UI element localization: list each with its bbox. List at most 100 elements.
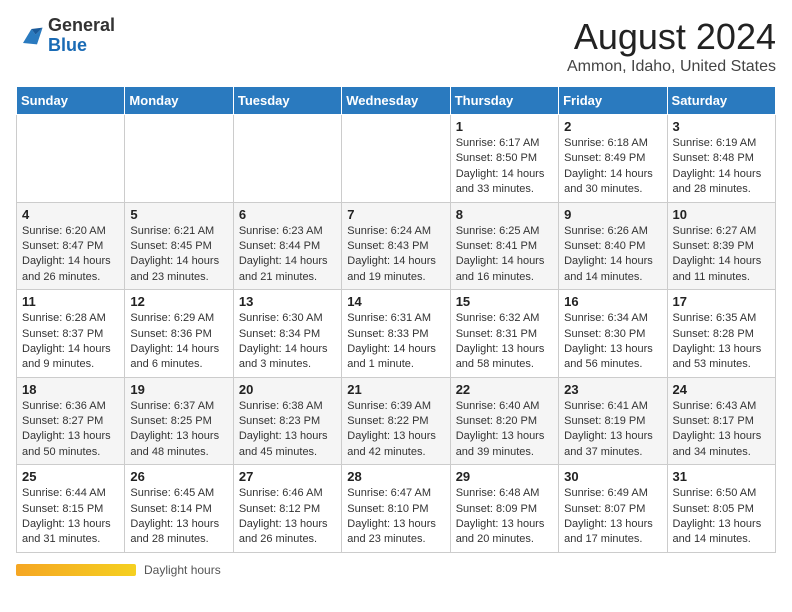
table-row: 2Sunrise: 6:18 AM Sunset: 8:49 PM Daylig… bbox=[559, 115, 667, 203]
daylight-bar-icon bbox=[16, 564, 136, 576]
logo-icon bbox=[16, 22, 44, 50]
day-number: 20 bbox=[239, 382, 336, 397]
table-row: 28 Sunrise: 6:47 AM Sunset: 8:10 PM Dayli… bbox=[342, 465, 450, 553]
day-info: Sunrise: 6:19 AM Sunset: 8:48 PM Dayligh… bbox=[673, 136, 770, 198]
table-row: 27 Sunrise: 6:46 AM Sunset: 8:12 PM Dayli… bbox=[233, 465, 341, 553]
day-number: 29 bbox=[456, 469, 553, 484]
col-saturday: Saturday bbox=[667, 87, 775, 115]
day-info: Sunrise: 6:36 AM Sunset: 8:27 PM Dayligh… bbox=[22, 399, 119, 461]
col-wednesday: Wednesday bbox=[342, 87, 450, 115]
logo-text: General Blue bbox=[48, 16, 115, 56]
day-number: 11 bbox=[22, 294, 119, 309]
table-row bbox=[342, 115, 450, 203]
calendar-week-row: 1Sunrise: 6:17 AM Sunset: 8:50 PM Daylig… bbox=[17, 115, 776, 203]
day-number: 30 bbox=[564, 469, 661, 484]
day-number: 15 bbox=[456, 294, 553, 309]
day-info: Sunrise: 6:34 AM Sunset: 8:30 PM Dayligh… bbox=[564, 311, 661, 373]
logo: General Blue bbox=[16, 16, 115, 56]
day-number: 4 bbox=[22, 207, 119, 222]
day-info: Sunrise: 6:44 AM Sunset: 8:15 PM Dayligh… bbox=[22, 486, 119, 548]
day-number: 17 bbox=[673, 294, 770, 309]
col-friday: Friday bbox=[559, 87, 667, 115]
day-number: 16 bbox=[564, 294, 661, 309]
title-block: August 2024 Ammon, Idaho, United States bbox=[567, 16, 776, 76]
day-number: 12 bbox=[130, 294, 227, 309]
table-row: 12 Sunrise: 6:29 AM Sunset: 8:36 PM Dayli… bbox=[125, 290, 233, 378]
table-row bbox=[125, 115, 233, 203]
day-number: 21 bbox=[347, 382, 444, 397]
table-row bbox=[233, 115, 341, 203]
day-number: 13 bbox=[239, 294, 336, 309]
calendar-footer: Daylight hours bbox=[16, 563, 776, 577]
calendar-week-row: 4 Sunrise: 6:20 AM Sunset: 8:47 PM Daylig… bbox=[17, 202, 776, 290]
calendar-subtitle: Ammon, Idaho, United States bbox=[567, 58, 776, 76]
table-row: 23 Sunrise: 6:41 AM Sunset: 8:19 PM Dayli… bbox=[559, 377, 667, 465]
day-info: Sunrise: 6:41 AM Sunset: 8:19 PM Dayligh… bbox=[564, 399, 661, 461]
day-info: Sunrise: 6:26 AM Sunset: 8:40 PM Dayligh… bbox=[564, 224, 661, 286]
day-info: Sunrise: 6:40 AM Sunset: 8:20 PM Dayligh… bbox=[456, 399, 553, 461]
day-info: Sunrise: 6:31 AM Sunset: 8:33 PM Dayligh… bbox=[347, 311, 444, 373]
table-row: 13 Sunrise: 6:30 AM Sunset: 8:34 PM Dayli… bbox=[233, 290, 341, 378]
table-row: 6 Sunrise: 6:23 AM Sunset: 8:44 PM Daylig… bbox=[233, 202, 341, 290]
table-row: 9Sunrise: 6:26 AM Sunset: 8:40 PM Daylig… bbox=[559, 202, 667, 290]
day-number: 18 bbox=[22, 382, 119, 397]
day-number: 25 bbox=[22, 469, 119, 484]
calendar-week-row: 25 Sunrise: 6:44 AM Sunset: 8:15 PM Dayli… bbox=[17, 465, 776, 553]
page-header: General Blue August 2024 Ammon, Idaho, U… bbox=[16, 16, 776, 76]
day-info: Sunrise: 6:29 AM Sunset: 8:36 PM Dayligh… bbox=[130, 311, 227, 373]
calendar-week-row: 18 Sunrise: 6:36 AM Sunset: 8:27 PM Dayli… bbox=[17, 377, 776, 465]
day-info: Sunrise: 6:48 AM Sunset: 8:09 PM Dayligh… bbox=[456, 486, 553, 548]
day-info: Sunrise: 6:39 AM Sunset: 8:22 PM Dayligh… bbox=[347, 399, 444, 461]
day-info: Sunrise: 6:49 AM Sunset: 8:07 PM Dayligh… bbox=[564, 486, 661, 548]
table-row: 16 Sunrise: 6:34 AM Sunset: 8:30 PM Dayli… bbox=[559, 290, 667, 378]
table-row: 15Sunrise: 6:32 AM Sunset: 8:31 PM Dayli… bbox=[450, 290, 558, 378]
day-number: 2 bbox=[564, 119, 661, 134]
table-row: 1Sunrise: 6:17 AM Sunset: 8:50 PM Daylig… bbox=[450, 115, 558, 203]
day-number: 28 bbox=[347, 469, 444, 484]
day-info: Sunrise: 6:45 AM Sunset: 8:14 PM Dayligh… bbox=[130, 486, 227, 548]
table-row: 3 Sunrise: 6:19 AM Sunset: 8:48 PM Daylig… bbox=[667, 115, 775, 203]
day-number: 7 bbox=[347, 207, 444, 222]
table-row: 22 Sunrise: 6:40 AM Sunset: 8:20 PM Dayli… bbox=[450, 377, 558, 465]
table-row: 21 Sunrise: 6:39 AM Sunset: 8:22 PM Dayli… bbox=[342, 377, 450, 465]
day-info: Sunrise: 6:38 AM Sunset: 8:23 PM Dayligh… bbox=[239, 399, 336, 461]
day-number: 23 bbox=[564, 382, 661, 397]
table-row bbox=[17, 115, 125, 203]
col-monday: Monday bbox=[125, 87, 233, 115]
day-number: 14 bbox=[347, 294, 444, 309]
day-info: Sunrise: 6:43 AM Sunset: 8:17 PM Dayligh… bbox=[673, 399, 770, 461]
day-info: Sunrise: 6:35 AM Sunset: 8:28 PM Dayligh… bbox=[673, 311, 770, 373]
table-row: 31Sunrise: 6:50 AM Sunset: 8:05 PM Dayli… bbox=[667, 465, 775, 553]
day-info: Sunrise: 6:46 AM Sunset: 8:12 PM Dayligh… bbox=[239, 486, 336, 548]
table-row: 29 Sunrise: 6:48 AM Sunset: 8:09 PM Dayli… bbox=[450, 465, 558, 553]
table-row: 20 Sunrise: 6:38 AM Sunset: 8:23 PM Dayli… bbox=[233, 377, 341, 465]
table-row: 30 Sunrise: 6:49 AM Sunset: 8:07 PM Dayli… bbox=[559, 465, 667, 553]
day-info: Sunrise: 6:20 AM Sunset: 8:47 PM Dayligh… bbox=[22, 224, 119, 286]
calendar-table: Sunday Monday Tuesday Wednesday Thursday… bbox=[16, 86, 776, 553]
table-row: 8 Sunrise: 6:25 AM Sunset: 8:41 PM Daylig… bbox=[450, 202, 558, 290]
day-number: 22 bbox=[456, 382, 553, 397]
day-number: 5 bbox=[130, 207, 227, 222]
table-row: 11 Sunrise: 6:28 AM Sunset: 8:37 PM Dayli… bbox=[17, 290, 125, 378]
day-number: 31 bbox=[673, 469, 770, 484]
day-number: 10 bbox=[673, 207, 770, 222]
day-number: 19 bbox=[130, 382, 227, 397]
table-row: 25 Sunrise: 6:44 AM Sunset: 8:15 PM Dayli… bbox=[17, 465, 125, 553]
day-info: Sunrise: 6:23 AM Sunset: 8:44 PM Dayligh… bbox=[239, 224, 336, 286]
day-info: Sunrise: 6:21 AM Sunset: 8:45 PM Dayligh… bbox=[130, 224, 227, 286]
day-number: 3 bbox=[673, 119, 770, 134]
daylight-label: Daylight hours bbox=[144, 563, 221, 577]
day-info: Sunrise: 6:30 AM Sunset: 8:34 PM Dayligh… bbox=[239, 311, 336, 373]
col-sunday: Sunday bbox=[17, 87, 125, 115]
calendar-week-row: 11 Sunrise: 6:28 AM Sunset: 8:37 PM Dayli… bbox=[17, 290, 776, 378]
calendar-title: August 2024 bbox=[567, 16, 776, 58]
day-number: 8 bbox=[456, 207, 553, 222]
col-thursday: Thursday bbox=[450, 87, 558, 115]
day-number: 27 bbox=[239, 469, 336, 484]
day-info: Sunrise: 6:28 AM Sunset: 8:37 PM Dayligh… bbox=[22, 311, 119, 373]
table-row: 10Sunrise: 6:27 AM Sunset: 8:39 PM Dayli… bbox=[667, 202, 775, 290]
day-info: Sunrise: 6:25 AM Sunset: 8:41 PM Dayligh… bbox=[456, 224, 553, 286]
day-number: 6 bbox=[239, 207, 336, 222]
day-info: Sunrise: 6:47 AM Sunset: 8:10 PM Dayligh… bbox=[347, 486, 444, 548]
table-row: 24Sunrise: 6:43 AM Sunset: 8:17 PM Dayli… bbox=[667, 377, 775, 465]
